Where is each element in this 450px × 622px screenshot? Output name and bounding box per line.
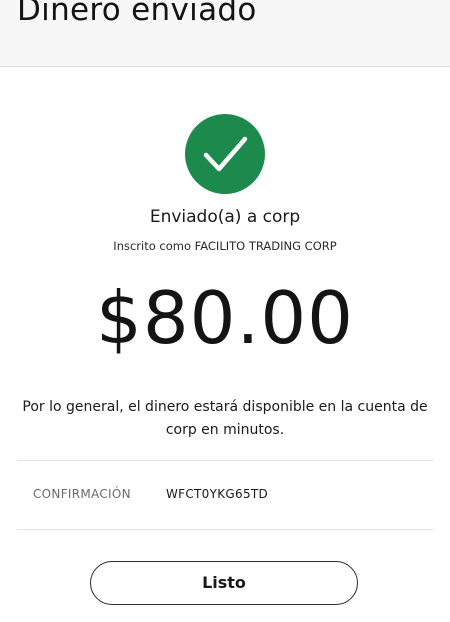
- confirmation-number: WFCT0YKG65TD: [166, 487, 269, 501]
- sent-amount: $80.00: [96, 276, 354, 360]
- recipient-enrolled-as: Inscrito como FACILITO TRADING CORP: [113, 239, 337, 253]
- done-button[interactable]: Listo: [90, 561, 358, 605]
- recipient-name: Enviado(a) a corp: [149, 207, 301, 227]
- page-title: Dinero enviado: [17, 0, 257, 28]
- availability-message: Por lo general, el dinero estará disponi…: [22, 399, 428, 438]
- divider: [17, 529, 433, 530]
- divider: [17, 460, 433, 461]
- money-sent-screen: Dinero enviado Enviado(a) a corp Inscrit…: [0, 0, 450, 622]
- checkmark-icon: [203, 136, 248, 172]
- check-circle-icon: [185, 114, 265, 194]
- confirmation-label: CONFIRMACIÓN: [33, 487, 131, 501]
- header: Dinero enviado: [0, 0, 450, 67]
